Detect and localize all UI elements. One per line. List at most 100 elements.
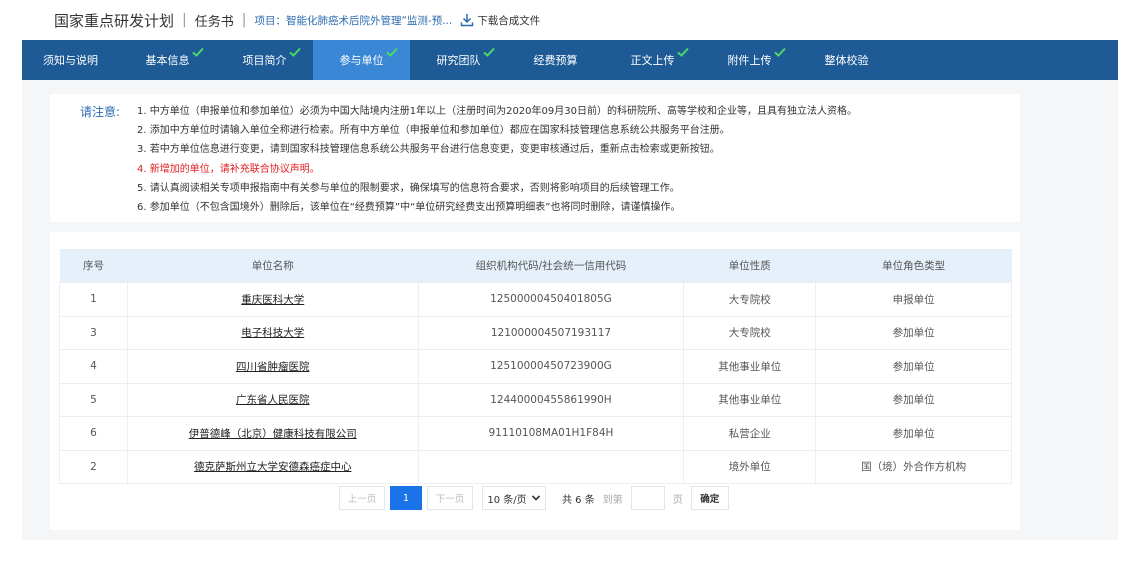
cell-unit-name[interactable]: 广东省人民医院 <box>236 394 310 406</box>
col-header-unit-nature: 单位性质 <box>683 249 816 283</box>
cell-unit-role: 参加单位 <box>892 327 935 340</box>
notice-item: 6. 参加单位（不包含国境外）删除后，该单位在“经费预算”中“单位研究经费支出预… <box>137 202 681 214</box>
goto-page-input[interactable] <box>630 486 665 510</box>
table-cell: 德克萨斯州立大学安德森癌症中心 <box>127 450 419 484</box>
cell-unit-nature: 大专院校 <box>728 327 771 340</box>
brand-title: 国家重点研发计划 <box>54 11 175 30</box>
notice-item: 1. 中方单位（申报单位和参加单位）必须为中国大陆境内注册1年以上（注册时间为2… <box>137 106 857 117</box>
page-size-select[interactable]: 10 条/页 <box>482 486 546 510</box>
cell-no: 3 <box>90 326 97 339</box>
prev-page-button[interactable]: 上一页 <box>339 486 385 510</box>
table-cell: 国（境）外合作方机构 <box>815 450 1012 484</box>
cell-unit-nature: 大专院校 <box>728 293 771 306</box>
checkmark-icon <box>482 47 495 57</box>
notice-panel: 请注意: 1. 中方单位（申报单位和参加单位）必须为中国大陆境内注册1年以上（注… <box>50 94 1020 222</box>
tab-label: 基本信息 <box>145 54 190 67</box>
cell-credit-code: 12510000450723900G <box>490 360 612 373</box>
tab-participating-units[interactable]: 参与单位 <box>313 40 410 80</box>
col-header-unit-role: 单位角色类型 <box>815 249 1012 283</box>
table-cell: 其他事业单位 <box>683 383 817 417</box>
table-cell: 大专院校 <box>683 282 817 317</box>
units-table: 序号 单位名称 组织机构代码/社会统一信用代码 单位性质 单位角色类型 1 重庆医科大学 1… <box>59 249 1012 484</box>
cell-no: 6 <box>90 427 97 440</box>
cell-credit-code: 12500000450401805G <box>490 293 612 306</box>
cell-credit-code: 12440000455861990H <box>490 393 612 406</box>
tab-basic-info[interactable]: 基本信息 <box>119 40 216 80</box>
cell-credit-code: 91110108MA01H1F84H <box>488 427 614 440</box>
cell-no: 2 <box>90 460 97 473</box>
header-divider: | <box>241 12 247 28</box>
table-cell: 伊普德峰（北京）健康科技有限公司 <box>127 416 419 451</box>
checkmark-icon <box>385 47 398 57</box>
cell-unit-nature: 境外单位 <box>728 461 771 474</box>
table-row: 4 四川省肿瘤医院 12510000450723900G 其他事业单位 参加单位 <box>59 349 1012 384</box>
tab-research-team[interactable]: 研究团队 <box>410 40 507 80</box>
cell-no: 4 <box>90 360 97 373</box>
download-label: 下载合成文件 <box>477 14 541 27</box>
table-cell: 3 <box>59 316 128 350</box>
table-cell: 申报单位 <box>815 282 1012 317</box>
col-header-unit-name: 单位名称 <box>127 249 419 283</box>
tab-budget[interactable]: 经费预算 <box>507 40 604 80</box>
notice-item: 5. 请认真阅读相关专项申报指南中有关参与单位的限制要求，确保填写的信息符合要求… <box>137 182 680 194</box>
table-cell: 电子科技大学 <box>127 316 419 350</box>
cell-unit-name[interactable]: 四川省肿瘤医院 <box>236 361 310 373</box>
col-header-no: 序号 <box>59 249 128 283</box>
tab-project-summary[interactable]: 项目简介 <box>216 40 313 80</box>
notice-label: 请注意: <box>80 105 121 119</box>
page-1-button[interactable]: 1 <box>390 486 422 510</box>
tab-main-text-upload[interactable]: 正文上传 <box>604 40 701 80</box>
tab-label: 研究团队 <box>436 54 481 67</box>
table-cell: 重庆医科大学 <box>127 282 419 317</box>
checkmark-icon <box>676 47 689 57</box>
tab-label: 项目简介 <box>242 54 287 67</box>
next-page-button[interactable]: 下一页 <box>427 486 473 510</box>
table-cell: 参加单位 <box>815 349 1012 384</box>
goto-confirm-button[interactable]: 确定 <box>690 486 729 510</box>
cell-unit-name[interactable]: 德克萨斯州立大学安德森癌症中心 <box>194 461 352 473</box>
table-cell: 私营企业 <box>683 416 817 451</box>
table-row: 1 重庆医科大学 12500000450401805G 大专院校 申报单位 <box>59 282 1012 317</box>
checkmark-icon <box>288 47 301 57</box>
table-row: 6 伊普德峰（北京）健康科技有限公司 91110108MA01H1F84H 私营企业 参… <box>59 416 1012 451</box>
table-cell: 6 <box>59 416 128 451</box>
cell-unit-role: 国（境）外合作方机构 <box>861 461 967 474</box>
download-button[interactable]: 下载合成文件 <box>460 13 540 28</box>
notice-item: 4. 新增加的单位，请补充联合协议声明。 <box>137 163 320 175</box>
cell-unit-nature: 其他事业单位 <box>718 394 782 407</box>
table-cell <box>418 450 685 484</box>
cell-no: 5 <box>90 393 97 406</box>
tab-notes[interactable]: 须知与说明 <box>22 40 119 80</box>
table-row: 5 广东省人民医院 12440000455861990H 其他事业单位 参加单位 <box>59 383 1012 417</box>
table-cell: 91110108MA01H1F84H <box>418 416 685 451</box>
page-size-value: 10 条/页 <box>487 494 527 506</box>
cell-no: 1 <box>90 293 97 306</box>
table-cell: 12440000455861990H <box>418 383 685 417</box>
header-divider: | <box>182 12 187 28</box>
table-cell: 其他事业单位 <box>683 349 817 384</box>
checkmark-icon <box>191 47 204 57</box>
tab-overall-check[interactable]: 整体校验 <box>798 40 895 80</box>
table-cell: 121000004507193117 <box>418 316 685 350</box>
table-header-row: 序号 单位名称 组织机构代码/社会统一信用代码 单位性质 单位角色类型 <box>59 249 1012 283</box>
table-cell: 2 <box>59 450 128 484</box>
table-cell: 广东省人民医院 <box>127 383 419 417</box>
project-title: 项目：智能化肺癌术后院外管理“监测-预... <box>254 14 453 27</box>
notice-list: 1. 中方单位（申报单位和参加单位）必须为中国大陆境内注册1年以上（注册时间为2… <box>137 102 857 217</box>
pagination: 上一页 1 下一页 10 条/页 共 6 条 到第 页 确定 <box>339 486 729 510</box>
cell-unit-name[interactable]: 重庆医科大学 <box>241 294 304 306</box>
table-cell: 大专院校 <box>683 316 817 350</box>
chevron-down-icon <box>531 495 540 501</box>
cell-unit-nature: 其他事业单位 <box>718 360 782 373</box>
cell-unit-role: 申报单位 <box>892 293 935 306</box>
cell-unit-name[interactable]: 伊普德峰（北京）健康科技有限公司 <box>189 428 357 440</box>
cell-unit-name[interactable]: 电子科技大学 <box>241 327 304 339</box>
table-cell: 参加单位 <box>815 316 1012 350</box>
tab-label: 整体校验 <box>824 54 869 67</box>
cell-unit-role: 参加单位 <box>892 360 935 373</box>
goto-label: 到第 <box>602 494 623 506</box>
tab-label: 须知与说明 <box>43 54 98 67</box>
checkmark-icon <box>773 47 786 57</box>
tab-attachment-upload[interactable]: 附件上传 <box>701 40 798 80</box>
table-cell: 参加单位 <box>815 416 1012 451</box>
